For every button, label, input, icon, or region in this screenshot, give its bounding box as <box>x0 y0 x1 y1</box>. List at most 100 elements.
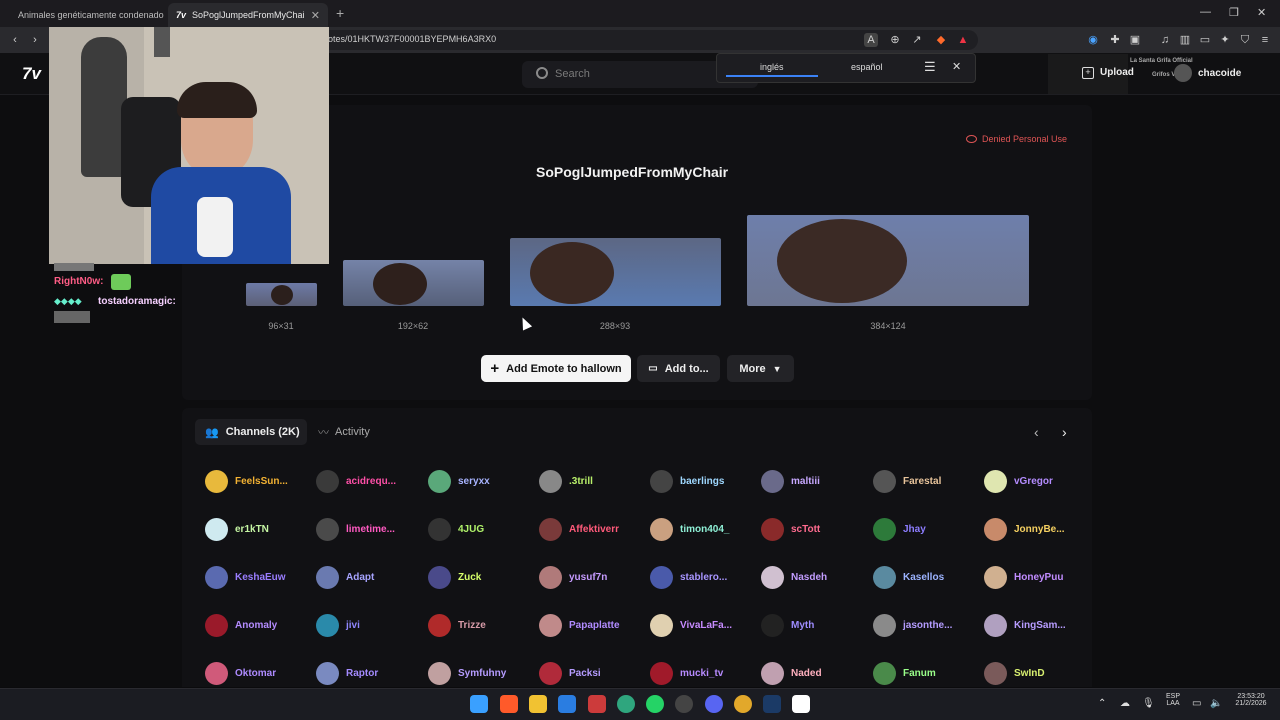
channel-item[interactable]: baerlings <box>650 470 724 493</box>
share-icon[interactable]: ↗ <box>910 33 924 47</box>
channel-item[interactable]: limetime... <box>316 518 395 541</box>
channel-item[interactable]: maltiii <box>761 470 820 493</box>
rewards-icon[interactable]: ▲ <box>956 33 970 47</box>
steam-icon[interactable] <box>763 695 781 713</box>
channel-item[interactable]: 4JUG <box>428 518 484 541</box>
screenshot-icon[interactable]: ▣ <box>1128 33 1142 47</box>
more-button[interactable]: More ▼ <box>727 355 794 382</box>
emote-preview-96[interactable] <box>246 283 317 306</box>
channel-item[interactable]: VivaLaFa... <box>650 614 732 637</box>
channel-item[interactable]: Anomaly <box>205 614 277 637</box>
site-logo[interactable]: 7v <box>22 64 41 84</box>
channel-item[interactable]: scTott <box>761 518 820 541</box>
zoom-icon[interactable]: ⊕ <box>888 33 902 47</box>
channel-item[interactable]: Naded <box>761 662 822 685</box>
browser-tab[interactable]: Animales genéticamente condenados <box>4 3 164 27</box>
brave-icon[interactable] <box>500 695 518 713</box>
sidebar-icon[interactable]: ▥ <box>1178 33 1192 47</box>
channel-item[interactable]: Jhay <box>873 518 926 541</box>
channel-item[interactable]: FeelsSun... <box>205 470 288 493</box>
audio-icon[interactable]: ◉ <box>1086 33 1100 47</box>
video-app-icon[interactable] <box>588 695 606 713</box>
translate-source-tab[interactable]: inglés <box>760 62 784 72</box>
bing-icon[interactable] <box>558 695 576 713</box>
channel-item[interactable]: Adapt <box>316 566 374 589</box>
channel-item[interactable]: Farestal <box>873 470 941 493</box>
browser-tab-active[interactable]: 7v SoPoglJumpedFromMyChair - 7TV ✕ <box>168 3 328 27</box>
channel-item[interactable]: mucki_tv <box>650 662 723 685</box>
upload-button[interactable]: Upload <box>1100 67 1134 78</box>
leo-icon[interactable]: ✦ <box>1218 33 1232 47</box>
translate-icon[interactable]: A <box>864 33 878 47</box>
channel-item[interactable]: yusuf7n <box>539 566 607 589</box>
tab-activity[interactable]: 〰 Activity <box>318 419 370 445</box>
restore-icon[interactable]: ❐ <box>1229 6 1239 19</box>
channel-item[interactable]: Kasellos <box>873 566 944 589</box>
channel-item[interactable]: jivi <box>316 614 360 637</box>
channel-item[interactable]: Packsi <box>539 662 601 685</box>
chevron-up-icon[interactable]: ⌃ <box>1098 698 1106 709</box>
channel-item[interactable]: jasonthe... <box>873 614 952 637</box>
channel-item[interactable]: JonnyBe... <box>984 518 1065 541</box>
channel-item[interactable]: .3trill <box>539 470 593 493</box>
channel-item[interactable]: Raptor <box>316 662 378 685</box>
media-icon[interactable]: ♫ <box>1158 33 1172 47</box>
globe-icon[interactable] <box>617 695 635 713</box>
channel-item[interactable]: KingSam... <box>984 614 1066 637</box>
channel-item[interactable]: SwInD <box>984 662 1045 685</box>
channel-item[interactable]: acidrequ... <box>316 470 396 493</box>
tab-channels[interactable]: 👥 Channels (2K) <box>195 419 307 445</box>
volume-icon[interactable]: 🔈 <box>1210 698 1222 709</box>
channel-item[interactable]: Oktomar <box>205 662 276 685</box>
channel-item[interactable]: KeshaEuw <box>205 566 286 589</box>
display-icon[interactable]: ▭ <box>1192 698 1201 709</box>
network-icon[interactable]: ☁ <box>1120 698 1130 709</box>
minimize-icon[interactable]: — <box>1200 6 1211 18</box>
forward-icon[interactable]: › <box>28 33 42 47</box>
channel-item[interactable]: Nasdeh <box>761 566 827 589</box>
channel-item[interactable]: stablero... <box>650 566 727 589</box>
channel-item[interactable]: HoneyPuu <box>984 566 1063 589</box>
translate-target-tab[interactable]: español <box>851 62 883 72</box>
channel-item[interactable]: vGregor <box>984 470 1053 493</box>
extensions-icon[interactable]: ✚ <box>1108 33 1122 47</box>
vpn-icon[interactable]: ⛉ <box>1238 33 1252 47</box>
start-icon[interactable] <box>470 695 488 713</box>
chrome-icon[interactable] <box>734 695 752 713</box>
close-tab-icon[interactable]: ✕ <box>311 9 320 22</box>
menu-icon[interactable]: ≡ <box>1258 33 1272 47</box>
back-icon[interactable]: ‹ <box>8 33 22 47</box>
channel-item[interactable]: Zuck <box>428 566 481 589</box>
channel-item[interactable]: Trizze <box>428 614 486 637</box>
explorer-icon[interactable] <box>529 695 547 713</box>
emote-preview-384[interactable] <box>747 215 1029 306</box>
obs-icon[interactable] <box>675 695 693 713</box>
emote-preview-288[interactable] <box>510 238 721 306</box>
channel-item[interactable]: Papaplatte <box>539 614 620 637</box>
translate-close-icon[interactable]: ✕ <box>952 60 961 73</box>
close-window-icon[interactable]: ✕ <box>1257 6 1266 19</box>
username[interactable]: chacoide <box>1198 68 1241 79</box>
add-emote-button[interactable]: + Add Emote to hallown <box>481 355 631 382</box>
prev-page-icon[interactable]: ‹ <box>1034 424 1039 440</box>
avatar[interactable] <box>1174 64 1192 82</box>
next-page-icon[interactable]: › <box>1062 424 1067 440</box>
channel-item[interactable]: Myth <box>761 614 814 637</box>
wallet-icon[interactable]: ▭ <box>1198 33 1212 47</box>
whatsapp-icon[interactable] <box>646 695 664 713</box>
channel-item[interactable]: Affektiverr <box>539 518 619 541</box>
brave-shield-icon[interactable]: ◆ <box>934 33 948 47</box>
clock[interactable]: 23:53:20 21/2/2026 <box>1228 693 1274 707</box>
mic-icon[interactable]: 🎙 <box>1142 698 1155 709</box>
upload-icon[interactable]: + <box>1082 67 1094 79</box>
discord-icon[interactable] <box>705 695 723 713</box>
app-icon[interactable] <box>792 695 810 713</box>
channel-item[interactable]: er1kTN <box>205 518 269 541</box>
add-to-button[interactable]: ▭ Add to... <box>637 355 720 382</box>
emote-preview-192[interactable] <box>343 260 484 306</box>
channel-item[interactable]: seryxx <box>428 470 490 493</box>
channel-item[interactable]: Symfuhny <box>428 662 506 685</box>
new-tab-icon[interactable]: + <box>336 5 344 21</box>
channel-item[interactable]: Fanum <box>873 662 936 685</box>
channel-item[interactable]: timon404_ <box>650 518 729 541</box>
